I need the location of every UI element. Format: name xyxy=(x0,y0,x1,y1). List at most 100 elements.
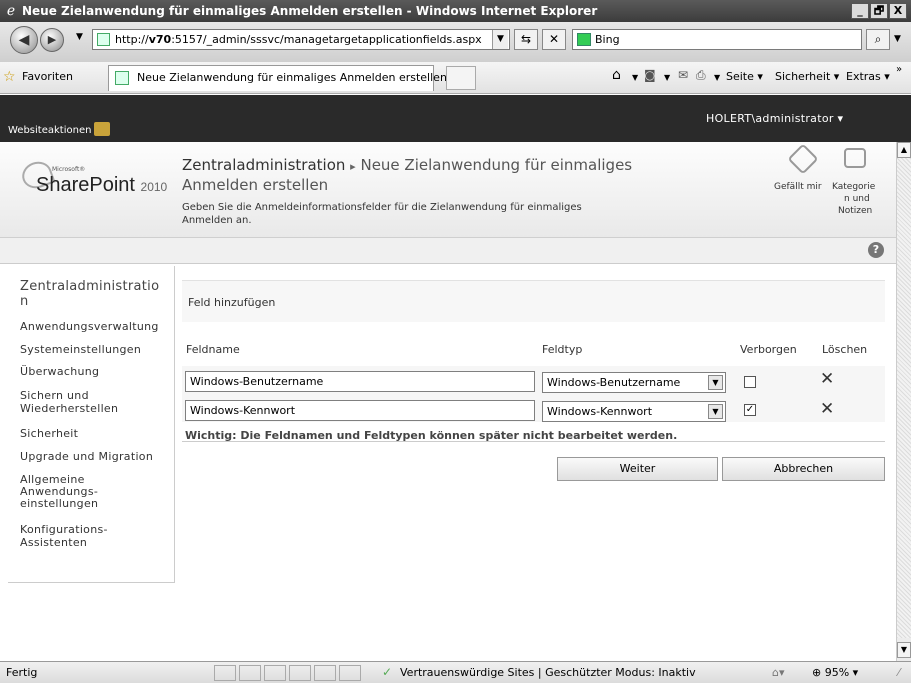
field-name-input[interactable]: Windows-Kennwort xyxy=(185,400,535,421)
back-icon[interactable]: ◀ xyxy=(10,26,38,54)
nav-anwendungsverwaltung[interactable]: Anwendungsverwaltung xyxy=(20,320,159,333)
nav-sichern-line1[interactable]: Sichern und xyxy=(20,389,89,402)
forward-icon[interactable]: ▶ xyxy=(40,28,64,52)
edit-page-icon[interactable] xyxy=(94,122,110,136)
search-icon[interactable]: ⌕ xyxy=(866,29,890,50)
column-header-delete: Löschen xyxy=(822,343,868,356)
tags-label-line2[interactable]: n und xyxy=(844,194,870,204)
feeds-icon[interactable]: ◙ xyxy=(644,68,656,82)
close-window-button[interactable]: X xyxy=(889,3,907,19)
address-dropdown-icon[interactable]: ▼ xyxy=(492,30,508,49)
ie-logo-icon: ℯ xyxy=(6,3,16,19)
site-actions-menu[interactable]: Websiteaktionen ▾ xyxy=(8,125,100,136)
help-icon[interactable]: ? xyxy=(868,242,884,258)
maximize-button[interactable]: 🗗 xyxy=(870,3,888,19)
resize-grip-icon[interactable]: ⁄ xyxy=(898,662,900,683)
print-icon[interactable]: ⎙ xyxy=(696,68,706,83)
next-button[interactable]: Weiter xyxy=(557,457,718,481)
quick-launch-title-line1[interactable]: Zentraladministratio xyxy=(20,280,159,293)
address-path: :5157/_admin/sssvc/managetargetapplicati… xyxy=(171,33,482,46)
user-name: HOLERT\administrator xyxy=(706,112,834,125)
zone-icon[interactable]: ⌂▾ xyxy=(772,662,785,683)
sharepoint-ribbon: Websiteaktionen ▾ HOLERT\administrator ▾ xyxy=(0,95,911,142)
home-icon[interactable]: ⌂ xyxy=(612,67,621,83)
window-title: Neue Zielanwendung für einmaliges Anmeld… xyxy=(22,4,598,18)
minimize-button[interactable]: _ xyxy=(851,3,869,19)
status-pane xyxy=(214,665,236,681)
page-menu-label: Seite xyxy=(726,70,754,83)
tools-menu[interactable]: Extras ▾ xyxy=(846,70,890,83)
scroll-down-icon[interactable]: ▼ xyxy=(897,642,911,658)
feeds-dropdown-icon[interactable]: ▼ xyxy=(664,73,670,82)
navigation-bar: ◀ ▶ ▼ http://v70:5157/_admin/sssvc/manag… xyxy=(0,22,911,62)
page-description-line1: Geben Sie die Anmeldeinformationsfelder … xyxy=(182,202,582,213)
refresh-icon[interactable]: ⇆ xyxy=(514,29,538,50)
nav-ueberwachung[interactable]: Überwachung xyxy=(20,365,99,378)
new-tab-button[interactable] xyxy=(446,66,476,90)
title-line1: Neue Zielanwendung für einmaliges xyxy=(360,156,633,174)
nav-sicherheit[interactable]: Sicherheit xyxy=(20,427,78,440)
browser-tab[interactable]: Neue Zielanwendung für einmaliges Anmeld… xyxy=(108,65,447,91)
status-pane xyxy=(289,665,311,681)
safety-menu[interactable]: Sicherheit ▾ xyxy=(775,70,839,83)
mail-icon[interactable]: ✉ xyxy=(678,68,688,82)
scroll-up-icon[interactable]: ▲ xyxy=(897,142,911,158)
divider xyxy=(182,441,885,442)
security-zone[interactable]: Vertrauenswürdige Sites | Geschützter Mo… xyxy=(400,662,696,683)
add-field-link[interactable]: Feld hinzufügen xyxy=(188,296,275,309)
page-icon xyxy=(97,33,110,46)
like-icon[interactable] xyxy=(787,143,819,175)
print-dropdown-icon[interactable]: ▼ xyxy=(714,73,720,82)
zoom-control[interactable]: ⊕ 95% ▾ xyxy=(812,662,858,683)
star-icon: ☆ xyxy=(3,69,16,85)
status-text: Fertig xyxy=(6,666,38,679)
safety-menu-label: Sicherheit xyxy=(775,70,831,83)
delete-icon[interactable]: ✕ xyxy=(820,399,834,419)
favorites-button[interactable]: Favoriten xyxy=(22,70,73,83)
chevron-down-icon[interactable]: ▼ xyxy=(708,375,723,390)
page-menu[interactable]: Seite ▾ xyxy=(726,70,763,83)
site-actions-label: Websiteaktionen xyxy=(8,125,92,136)
more-chevron-icon[interactable]: » xyxy=(896,64,902,75)
field-type-value: Windows-Benutzername xyxy=(547,376,681,389)
tags-notes-icon[interactable] xyxy=(844,148,866,168)
hidden-checkbox[interactable] xyxy=(744,376,756,388)
tags-label-line3[interactable]: Notizen xyxy=(838,206,872,216)
field-type-value: Windows-Kennwort xyxy=(547,405,653,418)
page-title: Zentraladministration ▸ Neue Zielanwendu… xyxy=(182,156,632,174)
tab-page-icon xyxy=(115,71,129,85)
home-dropdown-icon[interactable]: ▼ xyxy=(632,73,638,82)
page-header: Microsoft® SharePoint 2010 Zentraladmini… xyxy=(0,142,896,238)
nav-konfiguration-line1[interactable]: Konfigurations- xyxy=(20,523,108,536)
bing-icon xyxy=(577,33,591,46)
history-dropdown-icon[interactable]: ▼ xyxy=(76,32,83,42)
delete-icon[interactable]: ✕ xyxy=(820,369,834,389)
nav-sichern-line2[interactable]: Wiederherstellen xyxy=(20,402,118,415)
tags-label-line1[interactable]: Kategorie xyxy=(832,182,875,192)
nav-upgrade-migration[interactable]: Upgrade und Migration xyxy=(20,450,153,463)
vertical-scrollbar[interactable]: ▲ ▼ xyxy=(896,142,911,661)
field-type-select[interactable]: Windows-Benutzername ▼ xyxy=(542,372,726,393)
search-options-icon[interactable]: ▼ xyxy=(894,34,901,44)
status-pane xyxy=(314,665,336,681)
hidden-checkbox[interactable]: ✓ xyxy=(744,404,756,416)
quick-launch-title-line2[interactable]: n xyxy=(20,295,29,308)
column-header-type: Feldtyp xyxy=(542,343,583,356)
logo-year: 2010 xyxy=(140,180,168,194)
nav-allgemeine-line3[interactable]: einstellungen xyxy=(20,497,98,510)
nav-konfiguration-line2[interactable]: Assistenten xyxy=(20,536,87,549)
stop-icon[interactable]: ✕ xyxy=(542,29,566,50)
scroll-track[interactable] xyxy=(897,158,911,638)
cancel-button[interactable]: Abbrechen xyxy=(722,457,885,481)
checkmark-icon: ✓ xyxy=(382,665,393,679)
user-menu[interactable]: HOLERT\administrator ▾ xyxy=(706,112,843,125)
like-label[interactable]: Gefällt mir xyxy=(774,182,822,192)
field-type-select[interactable]: Windows-Kennwort ▼ xyxy=(542,401,726,422)
status-bar: Fertig ✓ Vertrauenswürdige Sites | Gesch… xyxy=(0,661,911,683)
field-name-input[interactable]: Windows-Benutzername xyxy=(185,371,535,392)
nav-systemeinstellungen[interactable]: Systemeinstellungen xyxy=(20,343,141,356)
chevron-down-icon[interactable]: ▼ xyxy=(708,404,723,419)
breadcrumb-root[interactable]: Zentraladministration xyxy=(182,156,345,174)
address-input[interactable]: http://v70:5157/_admin/sssvc/managetarge… xyxy=(92,29,510,50)
search-input[interactable]: Bing xyxy=(572,29,862,50)
